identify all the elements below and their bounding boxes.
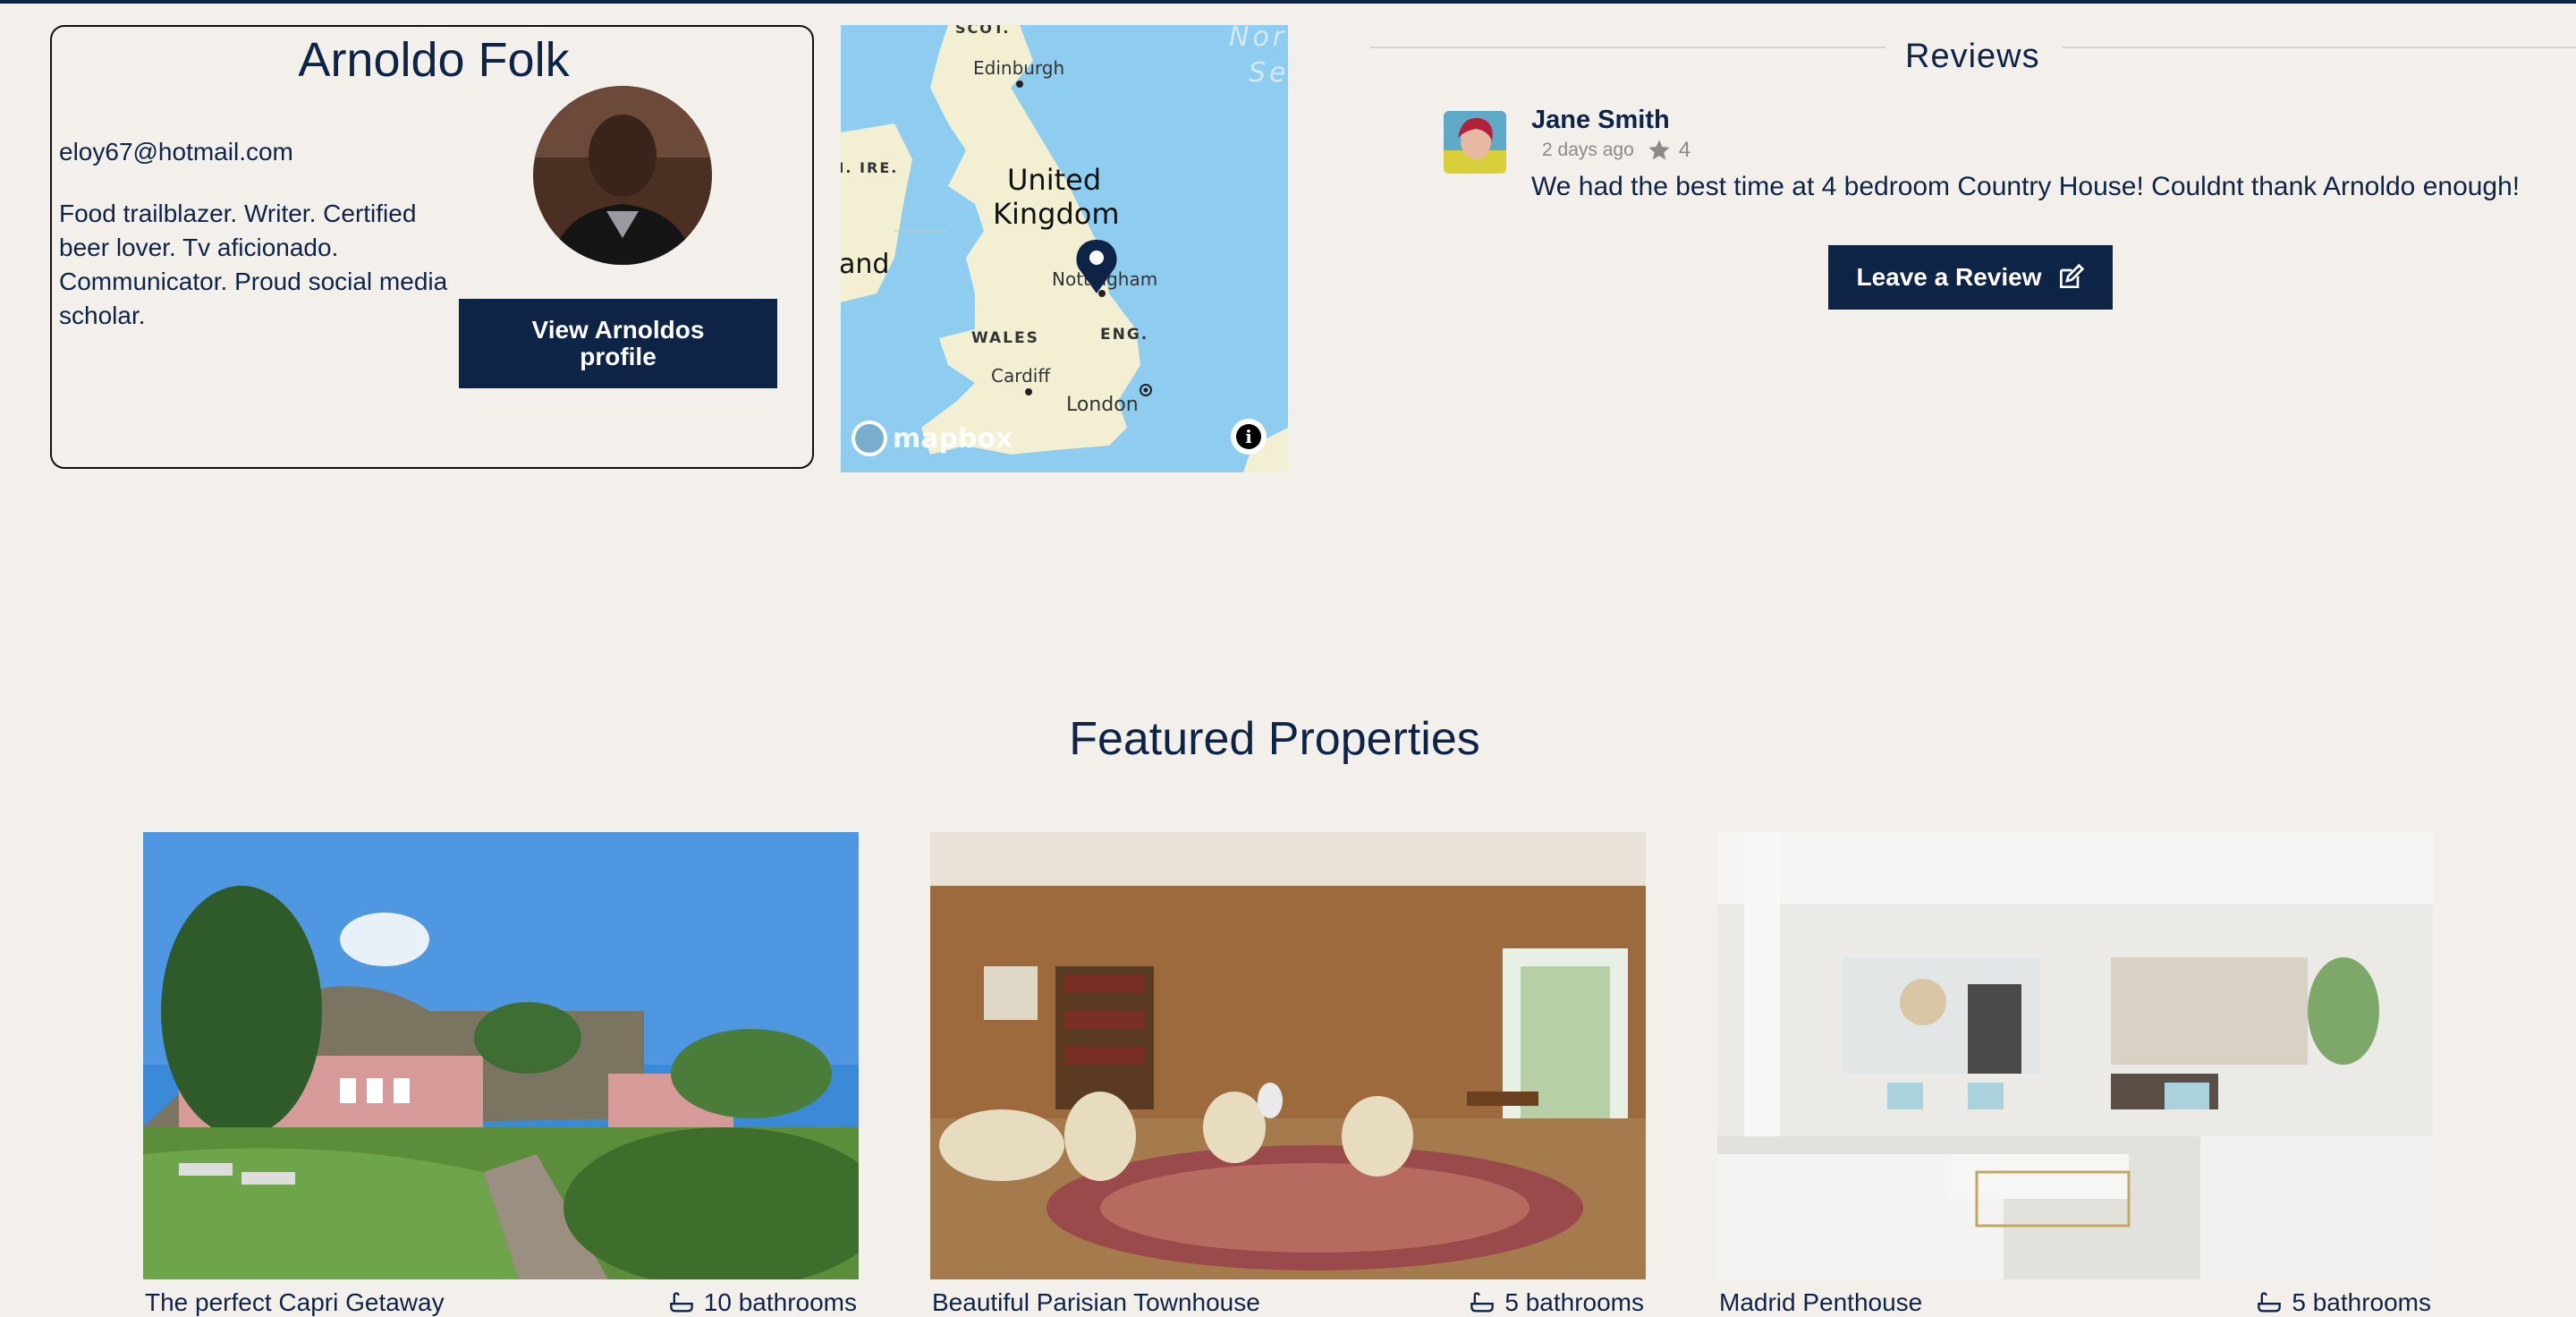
location-map[interactable]: SCOT. Edinburgh Nor Se N. IRE. United Ki… <box>841 25 1288 472</box>
featured-title: Featured Properties <box>1069 713 1480 765</box>
property-name[interactable]: The perfect Capri Getaway <box>145 1288 445 1317</box>
review-rating: 4 <box>1647 138 1690 163</box>
property-image[interactable] <box>143 832 859 1279</box>
bathtub-icon <box>2258 1292 2282 1313</box>
top-accent-bar <box>0 0 2576 4</box>
host-avatar <box>533 86 712 265</box>
property-card[interactable]: The perfect Capri Getaway 10 bathrooms <box>143 832 859 1316</box>
property-image[interactable] <box>930 832 1646 1279</box>
leave-review-label: Leave a Review <box>1856 263 2042 291</box>
review-item: Jane Smith 2 days ago 4 We had the best … <box>1444 106 2521 231</box>
property-baths: 5 bathrooms <box>1469 1288 1644 1317</box>
review-rating-value: 4 <box>1678 138 1691 162</box>
bathtub-icon <box>1470 1292 1495 1313</box>
property-card[interactable]: Beautiful Parisian Townhouse 5 bathrooms <box>930 832 1646 1316</box>
review-time: 2 days ago <box>1542 140 1634 160</box>
property-name[interactable]: Madrid Penthouse <box>1719 1288 1922 1317</box>
host-bio: Food trailblazer. Writer. Certified beer… <box>59 200 448 329</box>
property-image[interactable] <box>1717 832 2433 1279</box>
edit-icon <box>2059 263 2084 288</box>
property-baths: 10 bathrooms <box>668 1288 857 1317</box>
reviewer-name: Jane Smith <box>1531 106 1670 134</box>
leave-review-button[interactable]: Leave a Review <box>1828 245 2113 310</box>
property-baths-label: 5 bathrooms <box>1504 1288 1644 1316</box>
property-baths: 5 bathrooms <box>2256 1288 2431 1317</box>
host-name: Arnoldo Folk <box>298 33 570 87</box>
review-meta: 2 days ago 4 <box>1542 138 1690 163</box>
star-icon <box>1648 140 1670 160</box>
view-profile-button[interactable]: View Arnoldos profile <box>459 299 777 388</box>
property-baths-label: 10 bathrooms <box>703 1288 857 1316</box>
map-info-icon[interactable]: i <box>1231 419 1267 455</box>
review-text: We had the best time at 4 bedroom Countr… <box>1531 172 2521 201</box>
host-email: eloy67@hotmail.com <box>59 138 293 166</box>
property-baths-label: 5 bathrooms <box>2292 1288 2431 1316</box>
map-markers <box>1016 81 1152 396</box>
bathtub-icon <box>669 1292 693 1313</box>
reviewer-avatar <box>1444 111 1506 174</box>
reviews-divider-right <box>2063 47 2576 48</box>
property-name[interactable]: Beautiful Parisian Townhouse <box>932 1288 1260 1317</box>
mapbox-logo-icon <box>852 421 887 456</box>
property-card[interactable]: Madrid Penthouse 5 bathrooms <box>1717 832 2433 1316</box>
reviews-divider-left <box>1370 47 1885 48</box>
host-card: Arnoldo Folk eloy67@hotmail.com Food tra… <box>50 25 814 469</box>
reviews-title: Reviews <box>1905 38 2040 75</box>
mapbox-logo-text: mapbox <box>893 422 1013 455</box>
mapbox-logo[interactable]: mapbox <box>852 421 1013 456</box>
